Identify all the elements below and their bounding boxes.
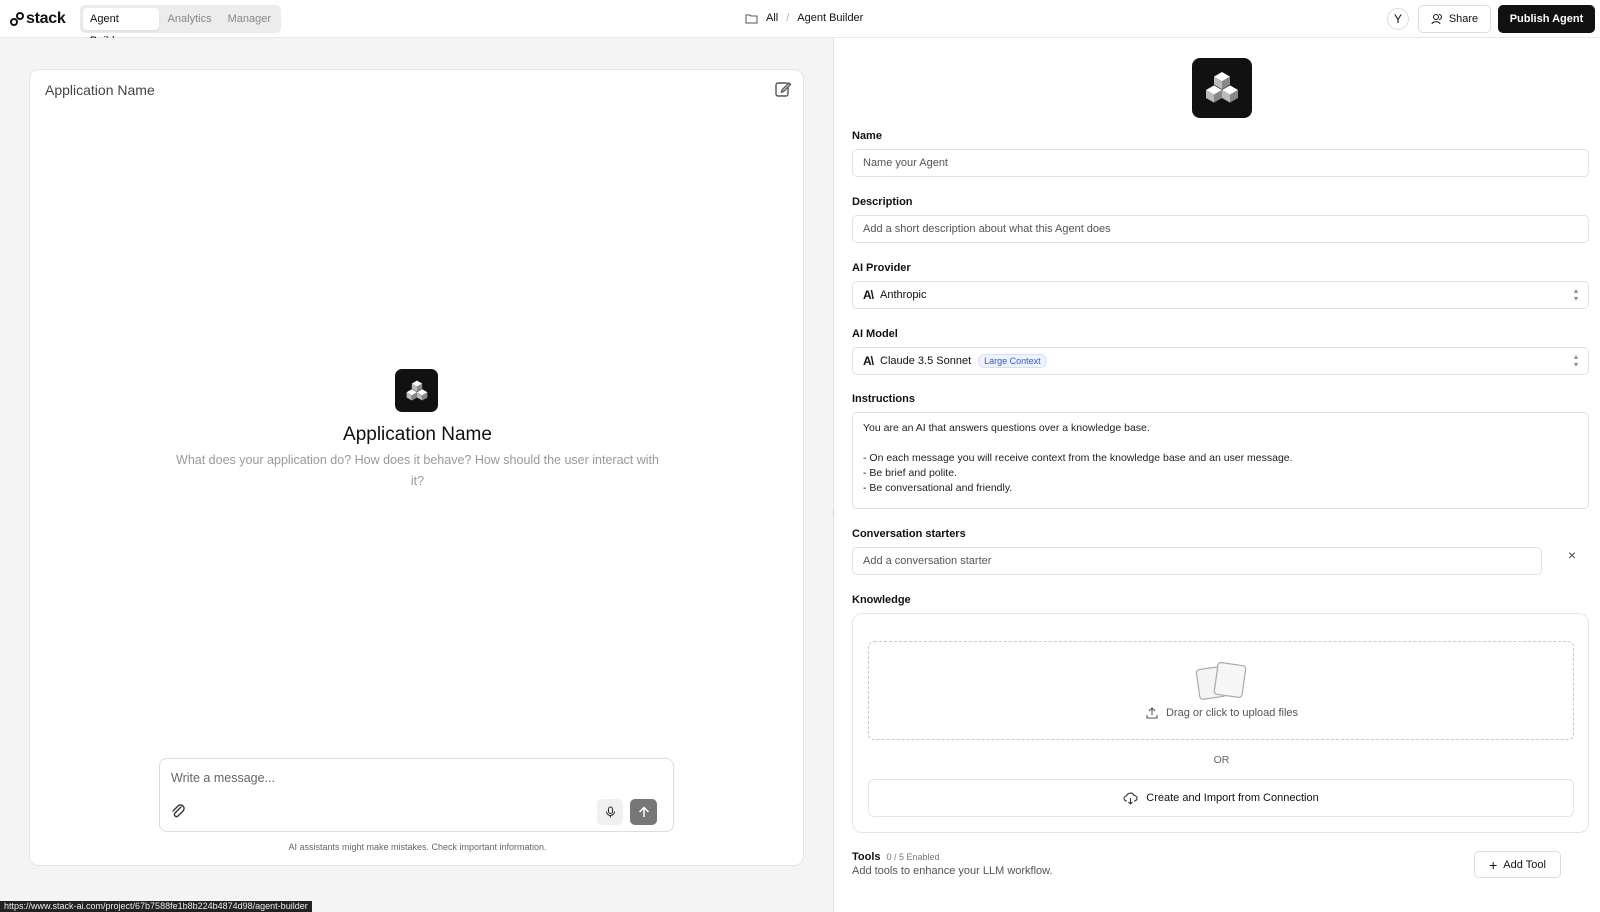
provider-label: AI Provider bbox=[852, 262, 911, 274]
top-bar: stack Agent Builder Analytics Manager Al… bbox=[0, 0, 1600, 47]
message-input[interactable]: Write a message... bbox=[171, 771, 275, 785]
send-button[interactable] bbox=[630, 799, 657, 825]
stack-logo[interactable]: stack bbox=[10, 9, 66, 29]
app-name-heading: Application Name bbox=[343, 424, 492, 445]
add-tool-button[interactable]: + Add Tool bbox=[1474, 851, 1561, 878]
paperclip-icon[interactable] bbox=[170, 803, 186, 819]
arrow-up-icon bbox=[638, 806, 649, 817]
brand-name: stack bbox=[26, 10, 66, 27]
status-url-tooltip: https://www.stack-ai.com/project/67b7588… bbox=[0, 901, 312, 912]
anthropic-icon: A\ bbox=[863, 288, 874, 302]
knowledge-label: Knowledge bbox=[852, 594, 911, 606]
tab-analytics[interactable]: Analytics bbox=[161, 8, 219, 30]
chat-preview-area: Application Name Application Name What d… bbox=[0, 38, 838, 912]
tools-count: 0 / 5 Enabled bbox=[886, 852, 940, 862]
agent-logo-upload[interactable] bbox=[1192, 58, 1252, 118]
share-button[interactable]: Share bbox=[1418, 5, 1491, 33]
microphone-icon bbox=[605, 806, 615, 818]
agent-description-input[interactable]: Add a short description about what this … bbox=[852, 215, 1589, 243]
app-logo bbox=[395, 369, 438, 412]
name-label: Name bbox=[852, 130, 882, 142]
chevron-updown-icon: ▴ ▾ bbox=[1573, 352, 1578, 369]
starters-label: Conversation starters bbox=[852, 528, 966, 540]
anthropic-icon: A\ bbox=[863, 354, 874, 368]
file-dropzone[interactable]: Drag or click to upload files bbox=[868, 641, 1574, 740]
edit-icon[interactable] bbox=[773, 79, 793, 99]
agent-name-input[interactable]: Name your Agent bbox=[852, 149, 1589, 177]
tools-heading: Tools 0 / 5 Enabled bbox=[852, 851, 940, 863]
plus-icon: + bbox=[1489, 856, 1498, 873]
close-icon[interactable]: × bbox=[1564, 547, 1580, 563]
description-label: Description bbox=[852, 196, 913, 208]
large-context-badge: Large Context bbox=[978, 354, 1047, 368]
files-icon bbox=[1195, 661, 1247, 700]
share-label: Share bbox=[1448, 13, 1479, 25]
breadcrumb-all[interactable]: All bbox=[766, 12, 778, 24]
stack-logo-icon bbox=[10, 12, 24, 26]
ai-disclaimer: AI assistants might make mistakes. Check… bbox=[288, 842, 547, 852]
tools-description: Add tools to enhance your LLM workflow. bbox=[852, 865, 1053, 877]
provider-value: Anthropic bbox=[880, 289, 927, 301]
or-divider: OR bbox=[1213, 754, 1230, 766]
user-avatar[interactable]: Y bbox=[1387, 8, 1409, 30]
top-nav-tabs: Agent Builder Analytics Manager bbox=[80, 5, 281, 47]
knowledge-section: Drag or click to upload files OR Create … bbox=[852, 613, 1589, 833]
folder-icon bbox=[745, 14, 758, 23]
message-composer[interactable]: Write a message... bbox=[159, 758, 674, 832]
cubes-logo-icon bbox=[1206, 72, 1238, 103]
breadcrumb: All / Agent Builder bbox=[745, 12, 863, 24]
tools-label: Tools bbox=[852, 851, 881, 863]
app-description: What does your application do? How does … bbox=[176, 453, 659, 488]
microphone-button[interactable] bbox=[597, 799, 623, 825]
breadcrumb-separator: / bbox=[786, 12, 790, 24]
tab-agent-builder[interactable]: Agent Builder bbox=[83, 8, 159, 47]
upload-icon bbox=[1146, 707, 1158, 719]
model-label: AI Model bbox=[852, 328, 898, 340]
upload-text: Drag or click to upload files bbox=[1165, 707, 1299, 719]
chevron-updown-icon: ▴ ▾ bbox=[1573, 286, 1578, 303]
chat-title: Application Name bbox=[45, 82, 155, 98]
cubes-logo-icon bbox=[406, 380, 427, 401]
publish-agent-button[interactable]: Publish Agent bbox=[1498, 5, 1595, 33]
import-label: Create and Import from Connection bbox=[1146, 792, 1319, 804]
breadcrumb-agent-builder[interactable]: Agent Builder bbox=[797, 12, 863, 24]
tab-manager[interactable]: Manager bbox=[221, 8, 278, 30]
conversation-starter-input[interactable]: Add a conversation starter bbox=[852, 547, 1542, 575]
chat-preview-card: Application Name Application Name What d… bbox=[29, 69, 804, 866]
cloud-download-icon bbox=[1123, 792, 1138, 805]
ai-provider-select[interactable]: A\ Anthropic ▴ ▾ bbox=[852, 281, 1589, 309]
user-share-icon bbox=[1431, 14, 1442, 25]
instructions-label: Instructions bbox=[852, 393, 915, 405]
upload-hint: Drag or click to upload files bbox=[869, 707, 1575, 719]
add-tool-label: Add Tool bbox=[1503, 858, 1546, 871]
instructions-textarea[interactable]: You are an AI that answers questions ove… bbox=[852, 412, 1589, 509]
agent-config-panel: Name Name your Agent Description Add a s… bbox=[835, 38, 1600, 912]
model-value: Claude 3.5 Sonnet bbox=[880, 355, 972, 367]
ai-model-select[interactable]: A\ Claude 3.5 Sonnet Large Context ▴ ▾ bbox=[852, 347, 1589, 375]
import-connection-button[interactable]: Create and Import from Connection bbox=[868, 779, 1574, 817]
